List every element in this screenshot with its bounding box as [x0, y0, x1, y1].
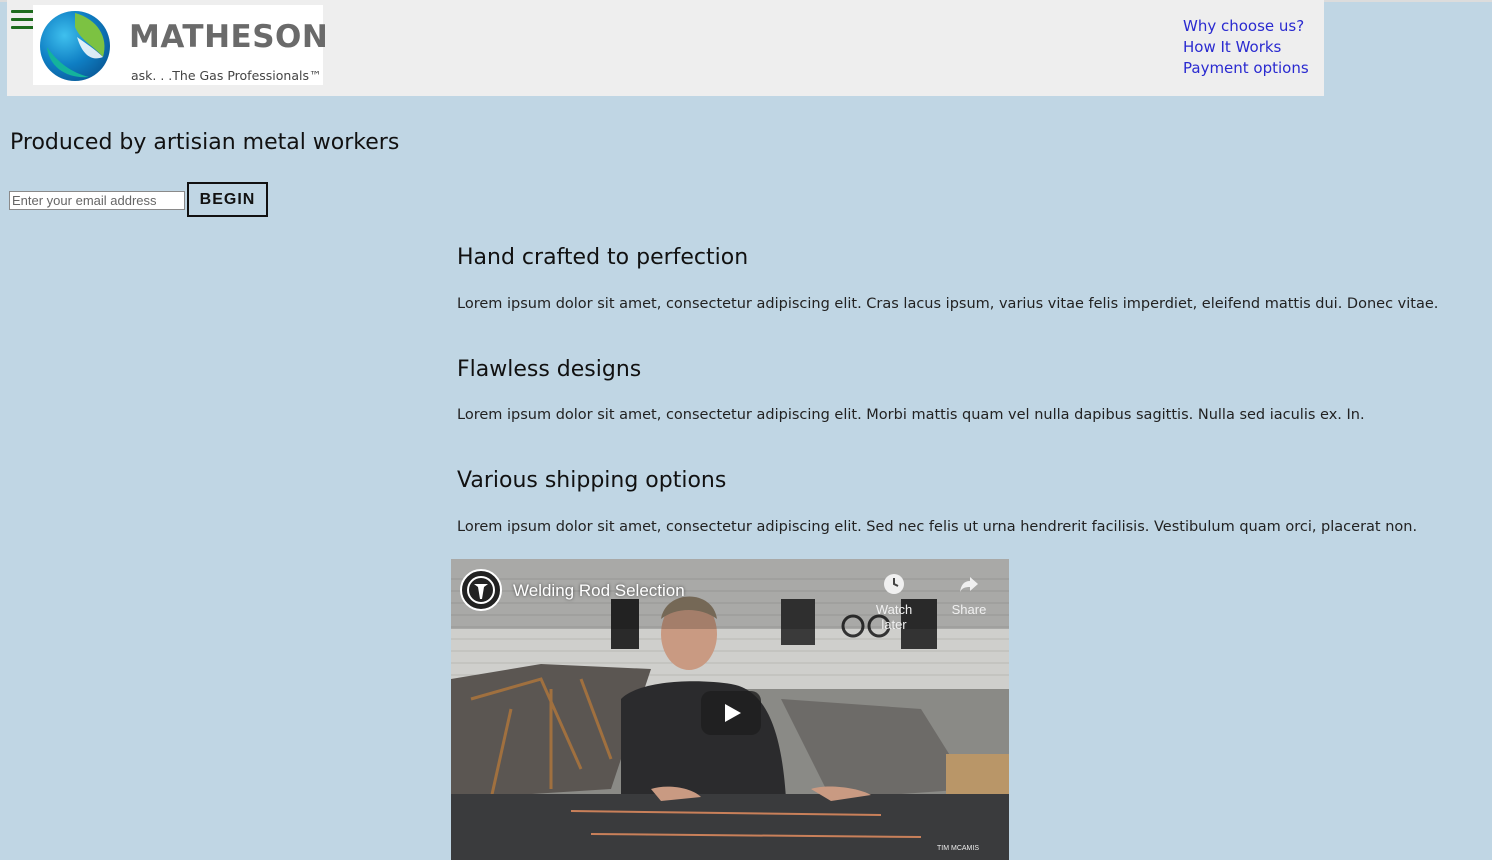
- globe-logo-icon: [40, 11, 110, 81]
- nav-link-how-it-works[interactable]: How It Works: [1183, 37, 1309, 58]
- video-watermark: TIM MCAMIS: [937, 845, 979, 852]
- feature-title: Various shipping options: [457, 468, 727, 493]
- matheson-logo[interactable]: MATHESON ask. . .The Gas Professionals™: [33, 5, 328, 85]
- play-icon[interactable]: [701, 691, 761, 735]
- nav-link-why-choose-us[interactable]: Why choose us?: [1183, 16, 1309, 37]
- begin-button[interactable]: BEGIN: [187, 182, 268, 217]
- nav-link-payment-options[interactable]: Payment options: [1183, 58, 1309, 79]
- email-input[interactable]: [9, 191, 185, 210]
- watch-later-button[interactable]: Watch later: [866, 573, 922, 632]
- channel-logo-icon[interactable]: [460, 569, 502, 611]
- clock-icon: [884, 574, 904, 594]
- video-title[interactable]: Welding Rod Selection: [513, 581, 685, 601]
- share-label: Share: [951, 602, 987, 617]
- watch-later-label: Watch later: [875, 602, 913, 632]
- feature-title: Flawless designs: [457, 357, 642, 382]
- feature-text: Lorem ipsum dolor sit amet, consectetur …: [457, 296, 1439, 312]
- header-nav: Why choose us? How It Works Payment opti…: [1183, 16, 1309, 79]
- feature-text: Lorem ipsum dolor sit amet, consectetur …: [457, 407, 1365, 423]
- share-button[interactable]: Share: [941, 573, 997, 617]
- feature-title: Hand crafted to perfection: [457, 245, 749, 270]
- hero-title: Produced by artisian metal workers: [10, 130, 400, 155]
- hamburger-menu-icon[interactable]: [11, 10, 35, 30]
- site-header: MATHESON ask. . .The Gas Professionals™ …: [7, 0, 1324, 96]
- logo-tagline: ask. . .The Gas Professionals™: [131, 68, 322, 83]
- share-arrow-icon: [960, 577, 978, 592]
- logo-brand-text: MATHESON: [129, 19, 329, 55]
- feature-text: Lorem ipsum dolor sit amet, consectetur …: [457, 519, 1418, 535]
- video-player[interactable]: Welding Rod Selection Watch later Share …: [451, 559, 1009, 860]
